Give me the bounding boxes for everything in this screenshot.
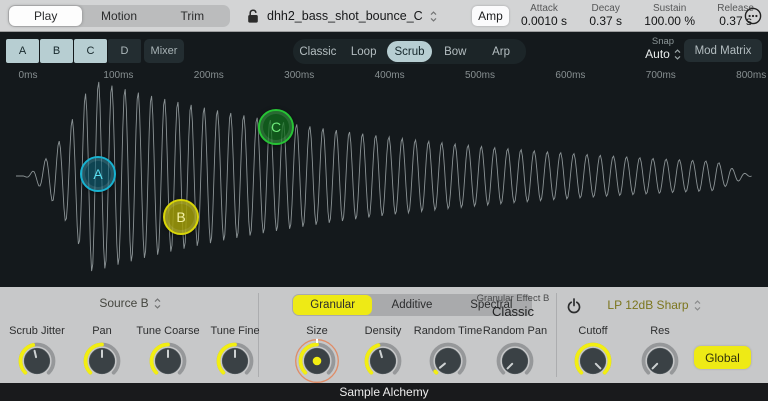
tune-fine-label: Tune Fine (210, 325, 260, 337)
play-mode-scrub-button[interactable]: Scrub (386, 41, 433, 62)
source-select[interactable]: Source B (60, 296, 200, 310)
marker-b-label: B (176, 209, 186, 225)
tune-fine-knob[interactable] (212, 338, 258, 384)
ruler-label-600ms: 600ms (555, 70, 586, 81)
env-attack-label: Attack (530, 3, 558, 14)
filter-type-select[interactable]: LP 12dB Sharp (592, 298, 716, 312)
density-knob[interactable] (360, 338, 406, 384)
play-mode-arp-button[interactable]: Arp (478, 41, 524, 62)
plugin-title: Sample Alchemy (339, 385, 429, 399)
more-options-button[interactable] (744, 7, 762, 25)
marker-c[interactable]: C (258, 109, 294, 145)
env-attack-value[interactable]: 0.0010 s (521, 15, 567, 28)
play-mode-loop-button[interactable]: Loop (341, 41, 387, 62)
granular-effect-display[interactable]: Granular Effect B Classic (452, 293, 574, 319)
pan-knob[interactable] (79, 338, 125, 384)
mode-motion-button[interactable]: Motion (82, 6, 155, 26)
global-button[interactable]: Global (694, 346, 751, 369)
tab-granular[interactable]: Granular (293, 295, 373, 315)
ruler-label-700ms: 700ms (645, 70, 676, 81)
ruler-label-500ms: 500ms (464, 70, 496, 81)
env-sustain-value[interactable]: 100.00 % (644, 15, 695, 28)
view-mode-segmented: Play Motion Trim (8, 5, 230, 27)
envelope-fields: Attack 0.0010 s Decay 0.37 s Sustain 100.00 %… (521, 3, 754, 30)
effect-label: Granular Effect B (476, 293, 550, 304)
tab-additive[interactable]: Additive (372, 295, 451, 315)
scrub-jitter-knob[interactable] (14, 338, 60, 384)
play-mode-segmented: Classic Loop Scrub Bow Arp (293, 39, 526, 64)
size-knob[interactable] (294, 338, 340, 384)
ruler-label-100ms: 100ms (103, 70, 134, 81)
chevron-up-down-icon (674, 48, 681, 60)
env-decay-label: Decay (591, 3, 620, 14)
chevron-up-down-icon (430, 10, 437, 22)
ruler-label-200ms: 200ms (193, 70, 224, 81)
source-d-button[interactable]: D (108, 39, 141, 63)
cutoff-knob[interactable] (570, 338, 616, 384)
ruler-label-800ms: 800ms (736, 70, 767, 81)
chevron-up-down-icon (154, 297, 161, 309)
marker-c-label: C (270, 119, 282, 135)
ruler-label-400ms: 400ms (374, 70, 405, 81)
filter-type-value: LP 12dB Sharp (607, 298, 689, 312)
random-pan-label: Random Pan (482, 325, 548, 337)
env-attack-field[interactable]: Attack 0.0010 s (521, 3, 567, 30)
env-sustain-label: Sustain (652, 3, 687, 14)
effect-value: Classic (492, 304, 534, 319)
random-time-knob[interactable] (425, 338, 471, 384)
mod-matrix-button[interactable]: Mod Matrix (684, 39, 762, 62)
tune-coarse-knob[interactable] (145, 338, 191, 384)
play-mode-classic-button[interactable]: Classic (295, 41, 341, 62)
res-label: Res (650, 325, 670, 337)
marker-a-label: A (93, 166, 103, 182)
plugin-title-bar: Sample Alchemy (0, 383, 768, 401)
env-decay-field[interactable]: Decay 0.37 s (589, 3, 622, 30)
source-a-button[interactable]: A (6, 39, 39, 63)
ruler-label-300ms: 300ms (284, 70, 315, 81)
top-bar: Play Motion Trim dhh2_bass_shot_bounce_C A… (0, 0, 768, 32)
mode-play-button[interactable]: Play (9, 6, 83, 26)
unlock-icon[interactable] (246, 8, 260, 24)
source-b-button[interactable]: B (40, 39, 73, 63)
mixer-button[interactable]: Mixer (144, 39, 184, 63)
time-ruler: 0ms 100ms 200ms 300ms 400ms 500ms 600ms 700ms 80… (0, 68, 768, 84)
filter-power-button[interactable] (566, 298, 582, 314)
marker-b[interactable]: B (163, 199, 199, 235)
source-c-button[interactable]: C (74, 39, 107, 63)
sample-name[interactable]: dhh2_bass_shot_bounce_C (267, 9, 423, 23)
res-knob[interactable] (637, 338, 683, 384)
ruler-label-0ms: 0ms (18, 70, 38, 81)
env-decay-value[interactable]: 0.37 s (589, 15, 622, 28)
random-pan-knob[interactable] (492, 338, 538, 384)
source-select-value: Source B (99, 296, 149, 310)
env-sustain-field[interactable]: Sustain 100.00 % (644, 3, 695, 30)
mode-trim-button[interactable]: Trim (156, 6, 229, 26)
snap-value: Auto (645, 47, 670, 61)
sample-alchemy-window: 0ms 100ms 200ms 300ms 400ms 500ms 600ms 700ms 80… (0, 0, 768, 401)
play-mode-bow-button[interactable]: Bow (432, 41, 478, 62)
amp-button[interactable]: Amp (472, 6, 509, 26)
control-panel: Source B Granular Additive Spectral Granul… (0, 287, 768, 383)
source-selector-group: ABCD (6, 39, 141, 63)
marker-a[interactable]: A (80, 156, 116, 192)
chevron-up-down-icon (694, 299, 701, 311)
